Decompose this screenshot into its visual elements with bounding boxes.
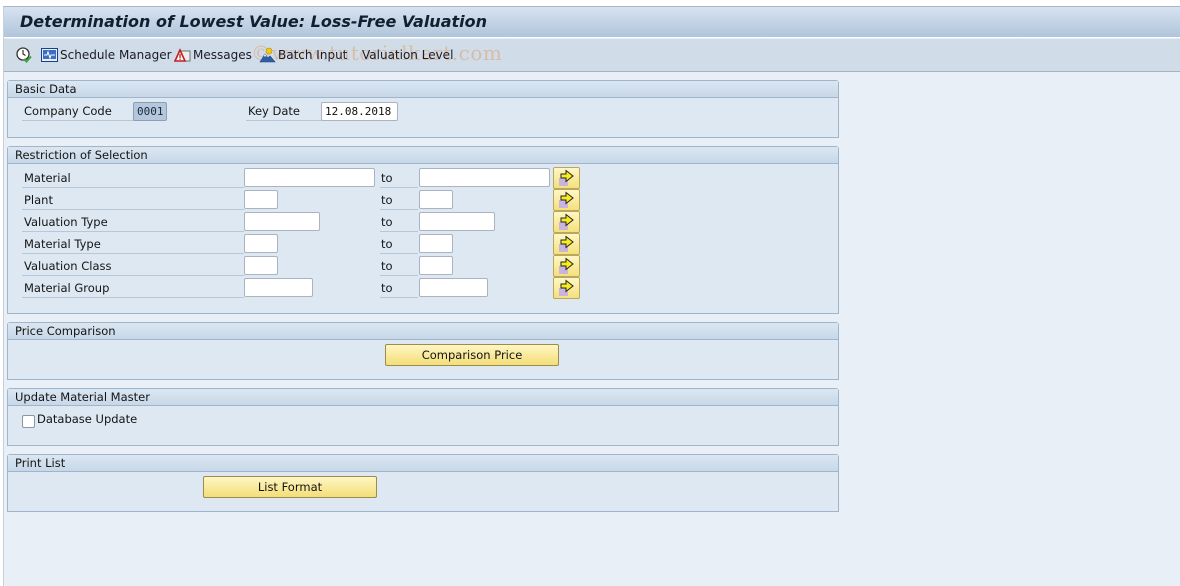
material-type-to-label: to xyxy=(380,234,418,254)
sap-window: Determination of Lowest Value: Loss-Free… xyxy=(3,6,1180,586)
material-group-multiple-selection-button[interactable] xyxy=(553,277,580,299)
valuation-type-multiple-selection-button[interactable] xyxy=(553,211,580,233)
multiple-selection-arrow-icon xyxy=(559,257,574,274)
material-label: Material xyxy=(22,168,244,188)
material-type-multiple-selection-button[interactable] xyxy=(553,233,580,255)
page-title: Determination of Lowest Value: Loss-Free… xyxy=(20,12,488,31)
clock-check-icon xyxy=(15,46,35,64)
basic-data-title: Basic Data xyxy=(8,81,838,98)
messages-button[interactable]: Messages xyxy=(174,46,252,64)
valuation-type-from-field[interactable] xyxy=(244,212,320,231)
multiple-selection-arrow-icon xyxy=(559,279,574,296)
key-date-label: Key Date xyxy=(246,101,324,121)
restriction-title: Restriction of Selection xyxy=(8,147,838,164)
valuation-level-button[interactable]: Valuation Level xyxy=(362,46,453,64)
batch-input-icon xyxy=(259,47,278,63)
valuation-type-to-label: to xyxy=(380,212,418,232)
schedule-manager-label: Schedule Manager xyxy=(60,48,172,62)
plant-to-label: to xyxy=(380,190,418,210)
print-list-group: Print List List Format xyxy=(7,454,839,512)
database-update-checkbox[interactable] xyxy=(22,415,35,428)
title-bar: Determination of Lowest Value: Loss-Free… xyxy=(4,7,1180,38)
batch-input-label: Batch Input xyxy=(278,48,348,62)
material-group-to-field[interactable] xyxy=(419,278,488,297)
multiple-selection-arrow-icon xyxy=(559,191,574,208)
multiple-selection-arrow-icon xyxy=(559,169,574,186)
plant-to-field[interactable] xyxy=(419,190,453,209)
schedule-manager-button[interactable]: Schedule Manager xyxy=(41,46,172,64)
execute-button[interactable] xyxy=(15,46,35,64)
plant-multiple-selection-button[interactable] xyxy=(553,189,580,211)
basic-data-group: Basic Data Company Code 0001 Key Date 12… xyxy=(7,80,839,138)
material-multiple-selection-button[interactable] xyxy=(553,167,580,189)
database-update-label: Database Update xyxy=(37,412,138,426)
application-toolbar: Schedule Manager Messages ©www.tutorialk… xyxy=(4,39,1180,72)
schedule-monitor-icon xyxy=(41,47,60,63)
batch-input-button[interactable]: Batch Input xyxy=(259,46,347,64)
material-from-field[interactable] xyxy=(244,168,375,187)
company-code-label: Company Code xyxy=(22,101,134,121)
material-group-from-field[interactable] xyxy=(244,278,313,297)
valuation-level-label: Valuation Level xyxy=(362,48,454,62)
plant-from-field[interactable] xyxy=(244,190,278,209)
material-to-label: to xyxy=(380,168,418,188)
messages-label: Messages xyxy=(193,48,252,62)
plant-label: Plant xyxy=(22,190,244,210)
material-group-to-label: to xyxy=(380,278,418,298)
valuation-class-to-field[interactable] xyxy=(419,256,453,275)
multiple-selection-arrow-icon xyxy=(559,235,574,252)
valuation-class-from-field[interactable] xyxy=(244,256,278,275)
print-list-title: Print List xyxy=(8,455,838,472)
material-to-field[interactable] xyxy=(419,168,550,187)
valuation-class-label: Valuation Class xyxy=(22,256,244,276)
material-type-label: Material Type xyxy=(22,234,244,254)
valuation-class-multiple-selection-button[interactable] xyxy=(553,255,580,277)
valuation-type-label: Valuation Type xyxy=(22,212,244,232)
update-material-master-title: Update Material Master xyxy=(8,389,838,406)
key-date-field[interactable]: 12.08.2018 xyxy=(321,102,398,121)
update-material-master-group: Update Material Master Database Update xyxy=(7,388,839,446)
comparison-price-button[interactable]: Comparison Price xyxy=(385,344,559,366)
warning-messages-icon xyxy=(174,47,193,63)
restriction-group: Restriction of Selection Material to Pla… xyxy=(7,146,839,314)
list-format-button[interactable]: List Format xyxy=(203,476,377,498)
price-comparison-group: Price Comparison Comparison Price xyxy=(7,322,839,380)
material-group-label: Material Group xyxy=(22,278,244,298)
price-comparison-title: Price Comparison xyxy=(8,323,838,340)
material-type-to-field[interactable] xyxy=(419,234,453,253)
company-code-field[interactable]: 0001 xyxy=(133,102,167,121)
multiple-selection-arrow-icon xyxy=(559,213,574,230)
valuation-class-to-label: to xyxy=(380,256,418,276)
valuation-type-to-field[interactable] xyxy=(419,212,495,231)
material-type-from-field[interactable] xyxy=(244,234,278,253)
